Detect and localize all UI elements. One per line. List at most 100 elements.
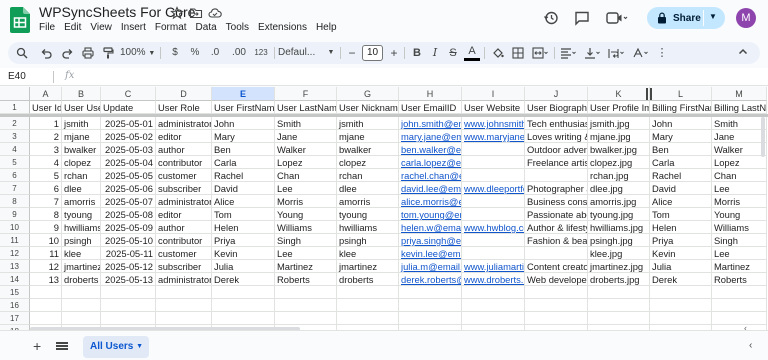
data-cell[interactable]: Morris — [275, 195, 337, 208]
data-cell[interactable]: Loves writing & — [525, 130, 588, 143]
decrease-decimal-button[interactable]: .0 — [206, 45, 224, 61]
data-cell[interactable]: tyoung.jpg — [588, 208, 650, 221]
header-cell[interactable]: Billing FirstName — [650, 101, 712, 114]
data-cell[interactable]: 9 — [30, 221, 62, 234]
data-cell[interactable]: Derek — [650, 273, 712, 286]
data-cell[interactable]: Kevin — [650, 247, 712, 260]
menu-format[interactable]: Format — [155, 22, 187, 33]
data-cell[interactable]: Williams — [275, 221, 337, 234]
empty-cell[interactable] — [462, 299, 525, 312]
data-cell[interactable]: www.dleeportfol — [462, 182, 525, 195]
data-cell[interactable]: Singh — [712, 234, 767, 247]
data-cell[interactable] — [462, 234, 525, 247]
increase-font-size-button[interactable]: + — [388, 45, 400, 61]
empty-cell[interactable] — [337, 312, 399, 325]
header-cell[interactable]: User Id — [30, 101, 62, 114]
data-cell[interactable]: Photographer ar — [525, 182, 588, 195]
empty-cell[interactable] — [101, 312, 156, 325]
more-options-icon[interactable]: ⋮ — [654, 45, 670, 61]
data-cell[interactable]: Smith — [712, 117, 767, 130]
user-avatar[interactable]: M — [736, 8, 756, 28]
data-cell[interactable]: Martinez — [275, 260, 337, 273]
data-cell[interactable]: David — [212, 182, 275, 195]
data-cell[interactable]: droberts.jpg — [588, 273, 650, 286]
data-cell[interactable]: www.hwblog.con — [462, 221, 525, 234]
data-cell[interactable]: alice.morris@email.com — [399, 195, 462, 208]
empty-cell[interactable] — [462, 312, 525, 325]
data-cell[interactable]: 10 — [30, 234, 62, 247]
data-cell[interactable]: Young — [275, 208, 337, 221]
cloud-saved-icon[interactable] — [208, 6, 222, 20]
data-cell[interactable]: kevin.lee@email.com — [399, 247, 462, 260]
row-header-3[interactable]: 3 — [0, 130, 30, 143]
data-cell[interactable] — [525, 169, 588, 182]
data-cell[interactable]: amorris — [62, 195, 101, 208]
data-cell[interactable]: www.juliamartine — [462, 260, 525, 273]
name-box[interactable]: E40 — [8, 71, 26, 82]
empty-cell[interactable] — [462, 286, 525, 299]
empty-cell[interactable] — [650, 286, 712, 299]
data-cell[interactable]: Freelance artist — [525, 156, 588, 169]
data-cell[interactable]: Young — [712, 208, 767, 221]
data-cell[interactable]: hwilliams.jpg — [588, 221, 650, 234]
menu-file[interactable]: File — [39, 22, 55, 33]
data-cell[interactable]: customer — [156, 169, 212, 182]
menu-edit[interactable]: Edit — [64, 22, 81, 33]
menu-data[interactable]: Data — [196, 22, 217, 33]
empty-cell[interactable] — [588, 286, 650, 299]
data-cell[interactable]: mjane — [62, 130, 101, 143]
empty-cell[interactable] — [588, 299, 650, 312]
data-cell[interactable]: clopez.jpg — [588, 156, 650, 169]
data-cell[interactable]: Lee — [712, 182, 767, 195]
data-cell[interactable]: Helen — [212, 221, 275, 234]
font-select[interactable]: Defaul... — [278, 45, 328, 61]
data-cell[interactable]: Lee — [275, 247, 337, 260]
share-button[interactable]: Share ▼ — [647, 7, 725, 29]
empty-cell[interactable] — [525, 286, 588, 299]
data-cell[interactable]: John — [650, 117, 712, 130]
data-cell[interactable]: 2 — [30, 130, 62, 143]
merge-cells-icon[interactable] — [530, 45, 550, 61]
empty-cell[interactable] — [156, 299, 212, 312]
data-cell[interactable]: mjane.jpg — [588, 130, 650, 143]
data-cell[interactable]: dlee.jpg — [588, 182, 650, 195]
column-header-h[interactable]: H — [399, 87, 462, 101]
data-cell[interactable]: bwalker — [62, 143, 101, 156]
data-cell[interactable]: 7 — [30, 195, 62, 208]
data-cell[interactable]: 6 — [30, 182, 62, 195]
data-cell[interactable]: klee — [337, 247, 399, 260]
empty-cell[interactable] — [275, 299, 337, 312]
data-cell[interactable]: Chan — [275, 169, 337, 182]
data-cell[interactable]: tyoung — [337, 208, 399, 221]
column-header-b[interactable]: B — [62, 87, 101, 101]
data-cell[interactable]: droberts — [337, 273, 399, 286]
data-cell[interactable]: bwalker — [337, 143, 399, 156]
data-cell[interactable]: Mary — [212, 130, 275, 143]
bold-icon[interactable]: B — [410, 45, 424, 61]
menu-insert[interactable]: Insert — [121, 22, 146, 33]
share-dropdown-icon[interactable]: ▼ — [709, 12, 717, 21]
horizontal-align-icon[interactable] — [558, 45, 578, 61]
data-cell[interactable]: Walker — [275, 143, 337, 156]
data-cell[interactable]: 2025-05-04 — [101, 156, 156, 169]
data-cell[interactable]: author — [156, 143, 212, 156]
redo-icon[interactable] — [60, 45, 76, 61]
data-cell[interactable]: author — [156, 221, 212, 234]
data-cell[interactable]: Rachel — [650, 169, 712, 182]
row-header-10[interactable]: 10 — [0, 221, 30, 234]
data-cell[interactable] — [462, 169, 525, 182]
row-header-7[interactable]: 7 — [0, 182, 30, 195]
data-cell[interactable]: psingh.jpg — [588, 234, 650, 247]
data-cell[interactable]: hwilliams — [62, 221, 101, 234]
column-header-f[interactable]: F — [275, 87, 337, 101]
row-header-13[interactable]: 13 — [0, 260, 30, 273]
empty-cell[interactable] — [712, 286, 767, 299]
row-header-11[interactable]: 11 — [0, 234, 30, 247]
column-header-j[interactable]: J — [525, 87, 588, 101]
data-cell[interactable]: david.lee@emai — [399, 182, 462, 195]
scroll-left-icon[interactable]: ‹ — [744, 323, 747, 330]
row-header-15[interactable]: 15 — [0, 286, 30, 299]
all-sheets-icon[interactable] — [56, 342, 68, 350]
data-cell[interactable]: jsmith — [337, 117, 399, 130]
data-cell[interactable]: amorris — [337, 195, 399, 208]
